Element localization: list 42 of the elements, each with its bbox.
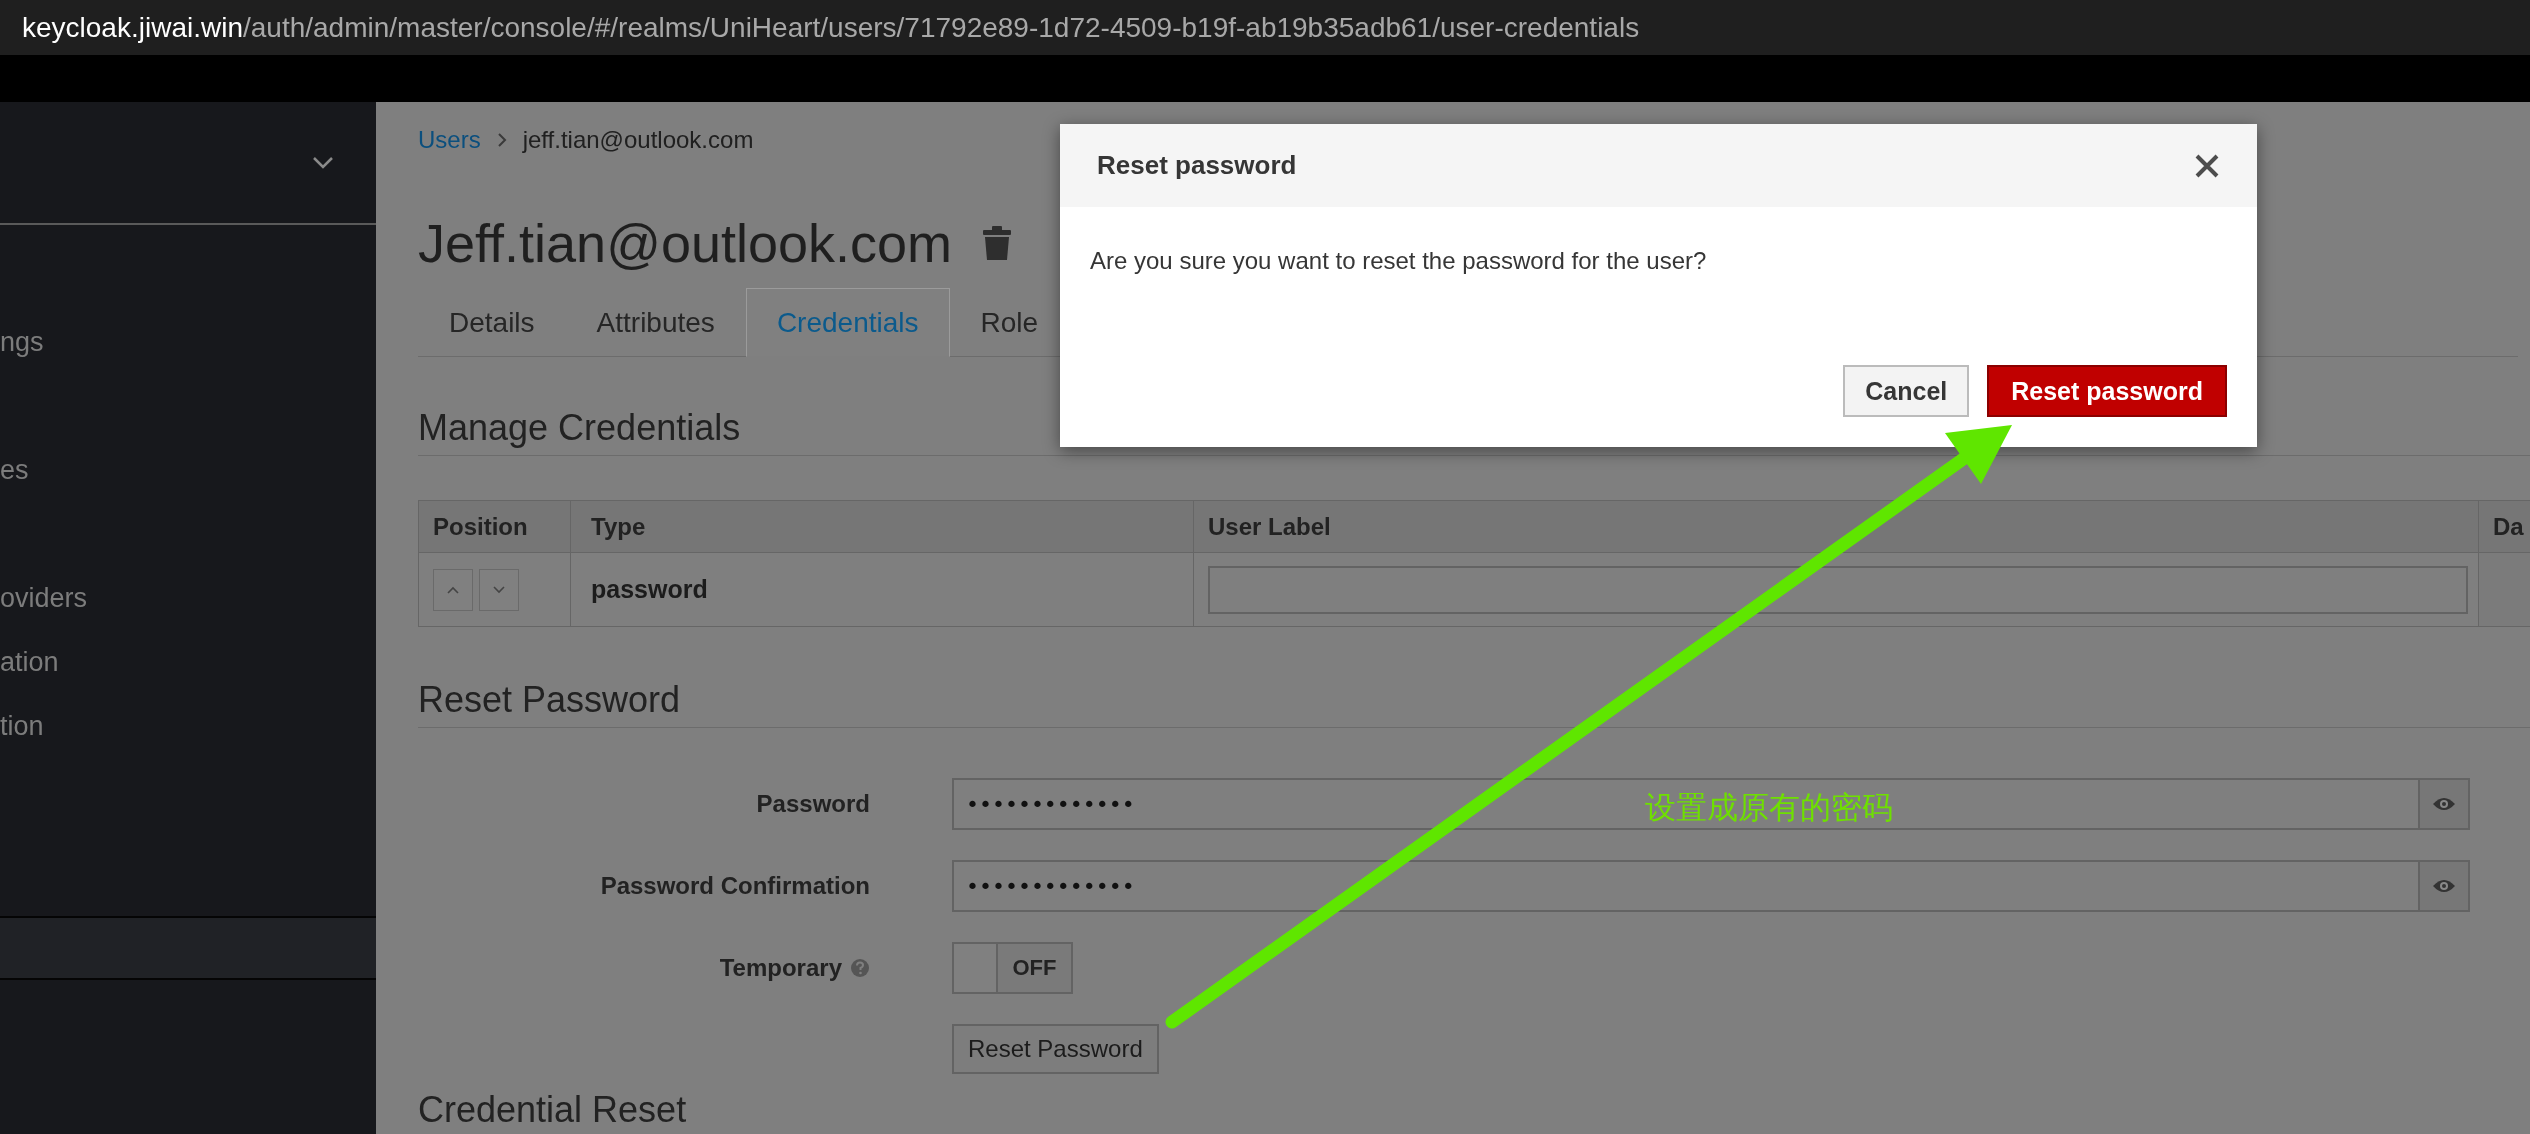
column-header: Da — [2479, 501, 2530, 553]
breadcrumb-current: jeff.tian@outlook.com — [522, 126, 754, 154]
column-header: Position — [419, 501, 571, 553]
chevron-right-icon — [496, 132, 507, 148]
dialog-message: Are you sure you want to reset the password for the user? — [1089, 246, 1708, 275]
column-header: User Label — [1194, 501, 2479, 553]
chevron-down-icon — [492, 584, 506, 595]
sidebar-item[interactable]: es — [0, 438, 376, 502]
address-bar[interactable]: keycloak.jiwai.win/auth/admin/master/console/#/realms/UniHeart/users/71792e89-1d72-4509-b19f-ab19b35adb61/user-credentials — [0, 0, 2530, 55]
close-icon[interactable] — [2194, 152, 2220, 179]
section-heading: Credential Reset — [418, 1092, 687, 1128]
tab[interactable]: Details — [418, 288, 566, 356]
chevron-up-icon — [446, 584, 460, 595]
field-label: Password — [755, 790, 870, 818]
dialog-title: Reset password — [1097, 150, 1297, 181]
sidebar-item[interactable]: ngs — [0, 310, 376, 374]
confirm-button[interactable]: Reset password — [1987, 365, 2227, 417]
sidebar-item[interactable]: ation — [0, 630, 376, 694]
cancel-button[interactable]: Cancel — [1843, 365, 1970, 417]
field-label: Temporary — [719, 954, 842, 982]
field-label: Password Confirmation — [599, 872, 870, 900]
page-title: Jeff.tian@outlook.com — [418, 212, 953, 274]
temporary-toggle[interactable]: OFF — [952, 942, 1073, 994]
eye-icon — [2432, 796, 2456, 812]
help-icon[interactable] — [850, 958, 870, 978]
trash-icon[interactable] — [982, 225, 1013, 261]
section-heading: Reset Password — [418, 678, 681, 722]
user-label-field[interactable] — [1208, 565, 2468, 614]
breadcrumb-link[interactable]: Users — [418, 126, 481, 154]
annotation-text: 设置成原有的密码 — [1645, 788, 1893, 827]
column-header: Type — [571, 501, 1194, 553]
tab[interactable]: Attributes — [565, 288, 746, 356]
sidebar-item[interactable]: tion — [0, 694, 376, 758]
table-cell: password — [591, 575, 708, 604]
section-heading: Manage Credentials — [418, 406, 741, 450]
sidebar-item[interactable]: oviders — [0, 566, 376, 630]
reset-password-button[interactable]: Reset Password — [952, 1024, 1159, 1074]
show-password-button[interactable] — [2420, 778, 2470, 830]
chevron-down-icon[interactable] — [312, 155, 334, 170]
eye-icon — [2432, 878, 2456, 894]
show-password-button[interactable] — [2420, 860, 2470, 912]
password-field[interactable]: ••••••••••••• — [952, 860, 2420, 912]
